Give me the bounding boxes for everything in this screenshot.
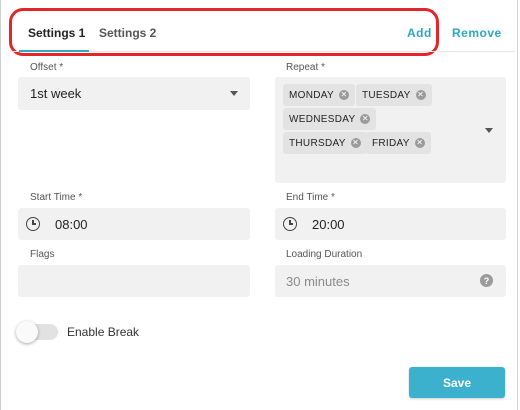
end-time-value: 20:00 — [312, 217, 345, 232]
offset-select[interactable]: 1st week — [18, 77, 250, 110]
clock-icon — [26, 217, 40, 231]
offset-label: Offset * — [30, 62, 64, 73]
remove-button[interactable]: Remove — [452, 26, 502, 40]
chip-thursday: THURSDAY ✕ — [283, 132, 367, 154]
enable-break-label: Enable Break — [67, 325, 140, 339]
add-button[interactable]: Add — [407, 26, 432, 40]
chip-label: FRIDAY — [372, 137, 410, 149]
repeat-multiselect[interactable]: MONDAY ✕ TUESDAY ✕ WEDNESDAY ✕ THURSDAY … — [275, 77, 506, 183]
chip-label: MONDAY — [289, 89, 334, 101]
start-time-value: 08:00 — [55, 217, 88, 232]
toggle-knob[interactable] — [16, 321, 38, 343]
tab-bar: Settings 1 Settings 2 Add Remove — [0, 0, 520, 62]
remove-chip-icon[interactable]: ✕ — [415, 90, 426, 100]
end-time-label: End Time * — [286, 192, 335, 203]
clock-icon — [283, 217, 297, 231]
chip-label: TUESDAY — [362, 89, 411, 101]
loading-duration-field[interactable]: 30 minutes ? — [275, 265, 506, 297]
chip-label: THURSDAY — [289, 137, 346, 149]
end-time-field[interactable]: 20:00 — [275, 208, 506, 240]
chip-wednesday: WEDNESDAY ✕ — [283, 108, 377, 130]
tab-settings-1[interactable]: Settings 1 — [28, 26, 85, 40]
remove-chip-icon[interactable]: ✕ — [414, 138, 425, 148]
chip-tuesday: TUESDAY ✕ — [356, 84, 432, 106]
flags-field[interactable] — [18, 265, 250, 297]
chip-friday: FRIDAY ✕ — [366, 132, 431, 154]
start-time-label: Start Time * — [30, 192, 83, 203]
active-tab-indicator — [19, 50, 89, 52]
remove-chip-icon[interactable]: ✕ — [350, 138, 361, 148]
loading-duration-placeholder: 30 minutes — [286, 274, 350, 289]
chip-monday: MONDAY ✕ — [283, 84, 355, 106]
remove-chip-icon[interactable]: ✕ — [338, 90, 349, 100]
start-time-field[interactable]: 08:00 — [18, 208, 250, 240]
chevron-down-icon — [230, 91, 238, 96]
save-button[interactable]: Save — [409, 367, 505, 398]
chevron-down-icon — [485, 128, 493, 133]
flags-label: Flags — [30, 249, 55, 260]
loading-duration-label: Loading Duration — [286, 249, 363, 260]
repeat-label: Repeat * — [286, 62, 325, 73]
remove-chip-icon[interactable]: ✕ — [360, 114, 371, 124]
help-icon[interactable]: ? — [480, 274, 493, 287]
tab-settings-2[interactable]: Settings 2 — [99, 26, 156, 40]
offset-value: 1st week — [30, 86, 82, 101]
chip-label: WEDNESDAY — [289, 113, 356, 125]
